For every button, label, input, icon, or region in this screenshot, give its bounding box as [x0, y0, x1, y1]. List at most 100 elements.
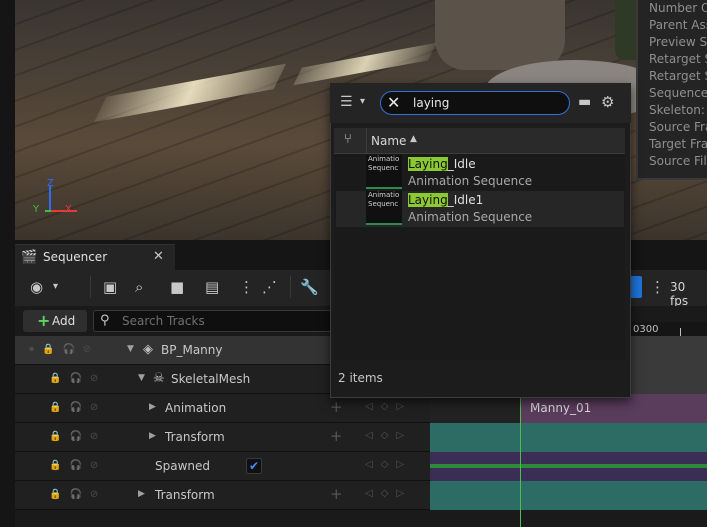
search-icon: ⚲: [100, 313, 110, 328]
track-controls[interactable]: ⏺🔒🎧⊘: [29, 344, 109, 358]
details-row: Retarget S: [649, 52, 707, 66]
chevron-right-icon[interactable]: ▶: [149, 431, 156, 441]
spawned-checkbox[interactable]: ✔: [246, 458, 262, 474]
add-key-icon[interactable]: +: [330, 427, 343, 445]
thumb-text: Sequenc: [368, 200, 399, 208]
search-tracks-input[interactable]: ⚲ Search Tracks: [93, 310, 333, 332]
key-navigation-icon[interactable]: ◁◇▷: [365, 459, 412, 470]
tab-sequencer[interactable]: 🎬 Sequencer ✕: [15, 244, 175, 270]
item-count: 2 items: [334, 366, 625, 392]
timeline-tick-label: 0300: [633, 324, 659, 335]
asset-type: Animation Sequence: [408, 174, 533, 188]
track-controls[interactable]: 🔒🎧⊘: [49, 489, 129, 503]
asset-name-rest: _Idle: [447, 157, 476, 171]
more-options-icon[interactable]: ⋮: [239, 278, 254, 296]
render-movie-icon[interactable]: ▤: [205, 278, 219, 296]
chevron-down-icon[interactable]: ▾: [53, 281, 58, 292]
animation-section[interactable]: Manny_01: [520, 394, 707, 423]
details-row: Source File: [649, 154, 707, 168]
track-label: Transform: [155, 488, 215, 502]
blueprint-icon: ◈: [143, 342, 153, 357]
gear-icon[interactable]: ⚙: [601, 93, 614, 111]
axis-y-label: Y: [33, 204, 40, 215]
filter-icon[interactable]: ☰: [340, 94, 353, 110]
find-asset-icon[interactable]: ⌕: [135, 278, 143, 296]
chevron-down-icon[interactable]: ▼: [138, 373, 145, 383]
details-row: Number O: [649, 1, 707, 15]
track-controls[interactable]: 🔒🎧⊘: [49, 402, 129, 416]
tab-label: Sequencer: [43, 250, 108, 264]
track-label: Transform: [165, 430, 225, 444]
track-row[interactable]: 🔒🎧⊘ ▶ Transform + ◁◇▷: [15, 481, 430, 510]
axis-z-icon: [49, 186, 51, 212]
chevron-right-icon[interactable]: ▶: [149, 402, 156, 412]
divider: [366, 128, 367, 154]
close-icon[interactable]: ✕: [153, 249, 164, 264]
world-icon[interactable]: ◉: [30, 278, 43, 296]
track-controls[interactable]: 🔒🎧⊘: [49, 431, 129, 445]
couch-shape: [435, 0, 565, 70]
thumb-text: Animatio: [368, 191, 400, 199]
track-row[interactable]: 🔒🎧⊘ Spawned ✔ ◁◇▷: [15, 452, 430, 481]
track-controls[interactable]: 🔒🎧⊘: [49, 460, 129, 474]
timeline-lane[interactable]: Manny_01: [430, 394, 707, 423]
skeleton-icon: ☠: [153, 371, 165, 386]
plus-icon: +: [37, 311, 51, 330]
chevron-down-icon[interactable]: ▼: [127, 344, 134, 354]
wrench-icon[interactable]: 🔧: [300, 278, 319, 296]
details-row: Target Fra: [649, 137, 707, 151]
source-control-icon[interactable]: ⑂: [344, 132, 352, 147]
key-navigation-icon[interactable]: ◁◇▷: [365, 430, 412, 441]
chevron-right-icon[interactable]: ▶: [138, 489, 145, 499]
item-count-label: 2 items: [338, 371, 383, 385]
save-icon[interactable]: ▣: [103, 278, 117, 296]
timeline-lane[interactable]: [430, 452, 707, 481]
details-panel: Number O Parent Ass Preview S Retarget S…: [636, 0, 707, 180]
asset-type: Animation Sequence: [408, 210, 533, 224]
asset-thumbnail: Animatio Sequenc: [366, 155, 402, 189]
track-label: BP_Manny: [161, 343, 223, 357]
track-controls[interactable]: 🔒🎧⊘: [49, 373, 129, 387]
divider: [90, 276, 91, 298]
chevron-down-icon[interactable]: ▾: [360, 96, 365, 107]
more-options-icon[interactable]: ⋮: [650, 278, 665, 296]
details-row: Preview S: [649, 35, 707, 49]
track-row[interactable]: 🔒🎧⊘ ▶ Animation + ◁◇▷: [15, 394, 430, 423]
axis-z-label: Z: [47, 178, 54, 189]
asset-name: Laying_Idle1: [408, 193, 483, 207]
list-header: ⑂ Name ▲: [334, 128, 625, 154]
playhead[interactable]: [520, 395, 521, 527]
track-label: Spawned: [155, 459, 211, 473]
track-area-footer: [15, 510, 707, 527]
track-label: Animation: [165, 401, 227, 415]
folder-icon[interactable]: ▬: [578, 94, 591, 110]
column-name-header[interactable]: Name: [371, 134, 406, 148]
asset-thumbnail: Animatio Sequenc: [366, 191, 402, 225]
details-row: Retarget S: [649, 69, 707, 83]
key-navigation-icon[interactable]: ◁◇▷: [365, 401, 412, 412]
fps-label[interactable]: 30 fps: [670, 280, 707, 308]
section-label: Manny_01: [530, 401, 592, 415]
track-row[interactable]: 🔒🎧⊘ ▶ Transform + ◁◇▷: [15, 423, 430, 452]
clear-search-icon[interactable]: ✕: [387, 93, 400, 112]
add-key-icon[interactable]: +: [330, 485, 343, 503]
asset-name: Laying_Idle: [408, 157, 476, 171]
tick-mark: [680, 328, 681, 336]
add-track-button[interactable]: + Add: [23, 310, 87, 332]
sort-ascending-icon[interactable]: ▲: [410, 134, 417, 144]
track-label: SkeletalMesh: [171, 372, 251, 386]
thumb-text: Animatio: [368, 155, 400, 163]
thumb-text: Sequenc: [368, 164, 399, 172]
divider: [290, 276, 291, 298]
details-row: Parent Ass: [649, 18, 707, 32]
timeline-ruler[interactable]: 0300: [630, 322, 707, 336]
curve-editor-icon[interactable]: ⋰: [262, 278, 277, 296]
timeline-lane[interactable]: [430, 481, 707, 510]
asset-search-input[interactable]: ✕ laying: [380, 91, 570, 115]
camera-icon[interactable]: ■: [170, 278, 184, 296]
key-navigation-icon[interactable]: ◁◇▷: [365, 488, 412, 499]
search-highlight: Laying: [408, 157, 448, 171]
details-row: Source Fra: [649, 120, 707, 134]
timeline-lane[interactable]: [430, 423, 707, 452]
add-key-icon[interactable]: +: [330, 398, 343, 416]
